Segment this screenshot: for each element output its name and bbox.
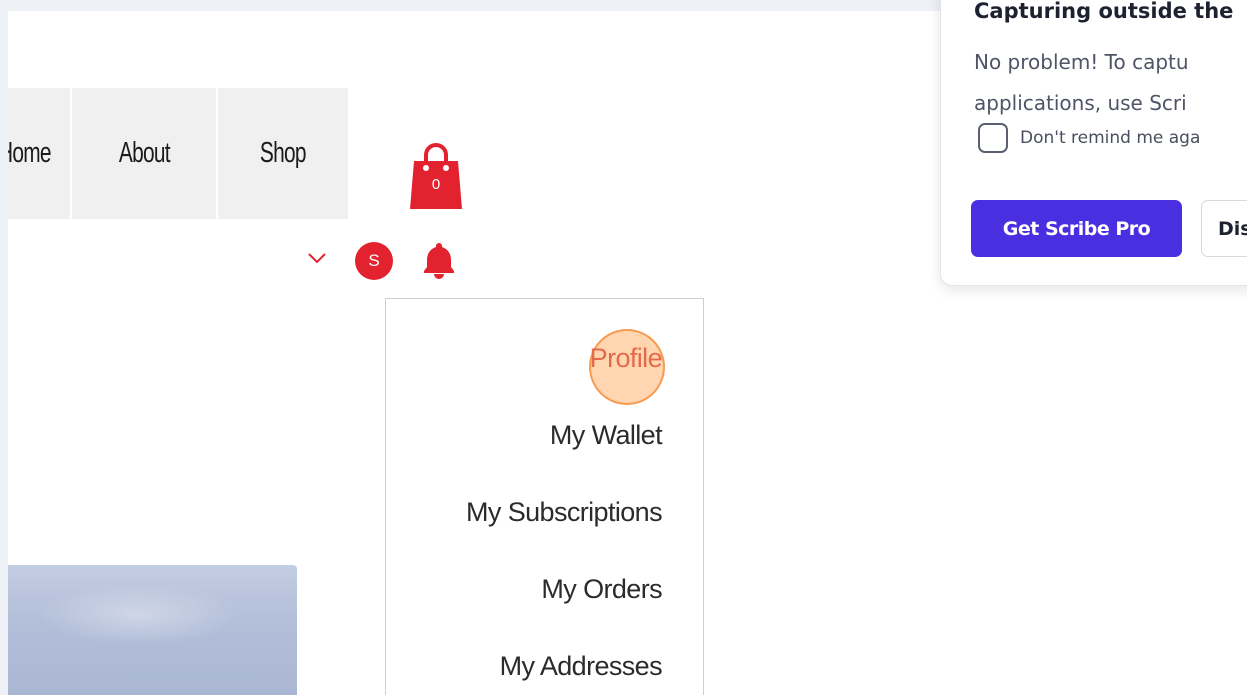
chevron-down-icon[interactable] bbox=[305, 248, 329, 268]
nav-item-home[interactable]: Home bbox=[8, 88, 70, 219]
dont-remind-row: Don't remind me aga bbox=[978, 123, 1200, 153]
dont-remind-checkbox[interactable] bbox=[978, 123, 1008, 153]
nav-item-shop[interactable]: Shop bbox=[218, 88, 348, 219]
user-dropdown-menu: Profile My Wallet My Subscriptions My Or… bbox=[385, 298, 704, 695]
hero-image bbox=[8, 565, 297, 695]
menu-item-my-orders[interactable]: My Orders bbox=[541, 574, 662, 605]
nav-item-about-label: About bbox=[118, 137, 171, 169]
cart-count-badge: 0 bbox=[431, 176, 441, 193]
menu-item-profile[interactable]: Profile bbox=[590, 343, 663, 374]
menu-item-my-subscriptions[interactable]: My Subscriptions bbox=[466, 497, 663, 528]
avatar-initial: S bbox=[368, 251, 380, 270]
cart-button[interactable]: 0 bbox=[409, 141, 463, 210]
dismiss-button[interactable]: Dis bbox=[1201, 200, 1247, 257]
main-nav: Home About Shop bbox=[8, 88, 348, 219]
bell-icon[interactable] bbox=[423, 241, 455, 279]
avatar[interactable]: S bbox=[355, 242, 393, 280]
menu-item-my-addresses[interactable]: My Addresses bbox=[500, 651, 663, 682]
nav-item-home-label: Home bbox=[8, 137, 52, 169]
popup-title: Capturing outside the bbox=[974, 0, 1234, 23]
popup-body-line-1: No problem! To captu bbox=[974, 50, 1189, 74]
get-scribe-pro-button[interactable]: Get Scribe Pro bbox=[971, 200, 1182, 257]
dont-remind-label: Don't remind me aga bbox=[1020, 128, 1201, 148]
menu-item-my-wallet[interactable]: My Wallet bbox=[550, 420, 663, 451]
nav-item-about[interactable]: About bbox=[72, 88, 216, 219]
scribe-popup: Capturing outside the No problem! To cap… bbox=[940, 0, 1247, 286]
nav-item-shop-label: Shop bbox=[260, 137, 307, 169]
popup-body: No problem! To captu applications, use S… bbox=[974, 42, 1247, 124]
popup-body-line-2: applications, use Scri bbox=[974, 91, 1187, 115]
